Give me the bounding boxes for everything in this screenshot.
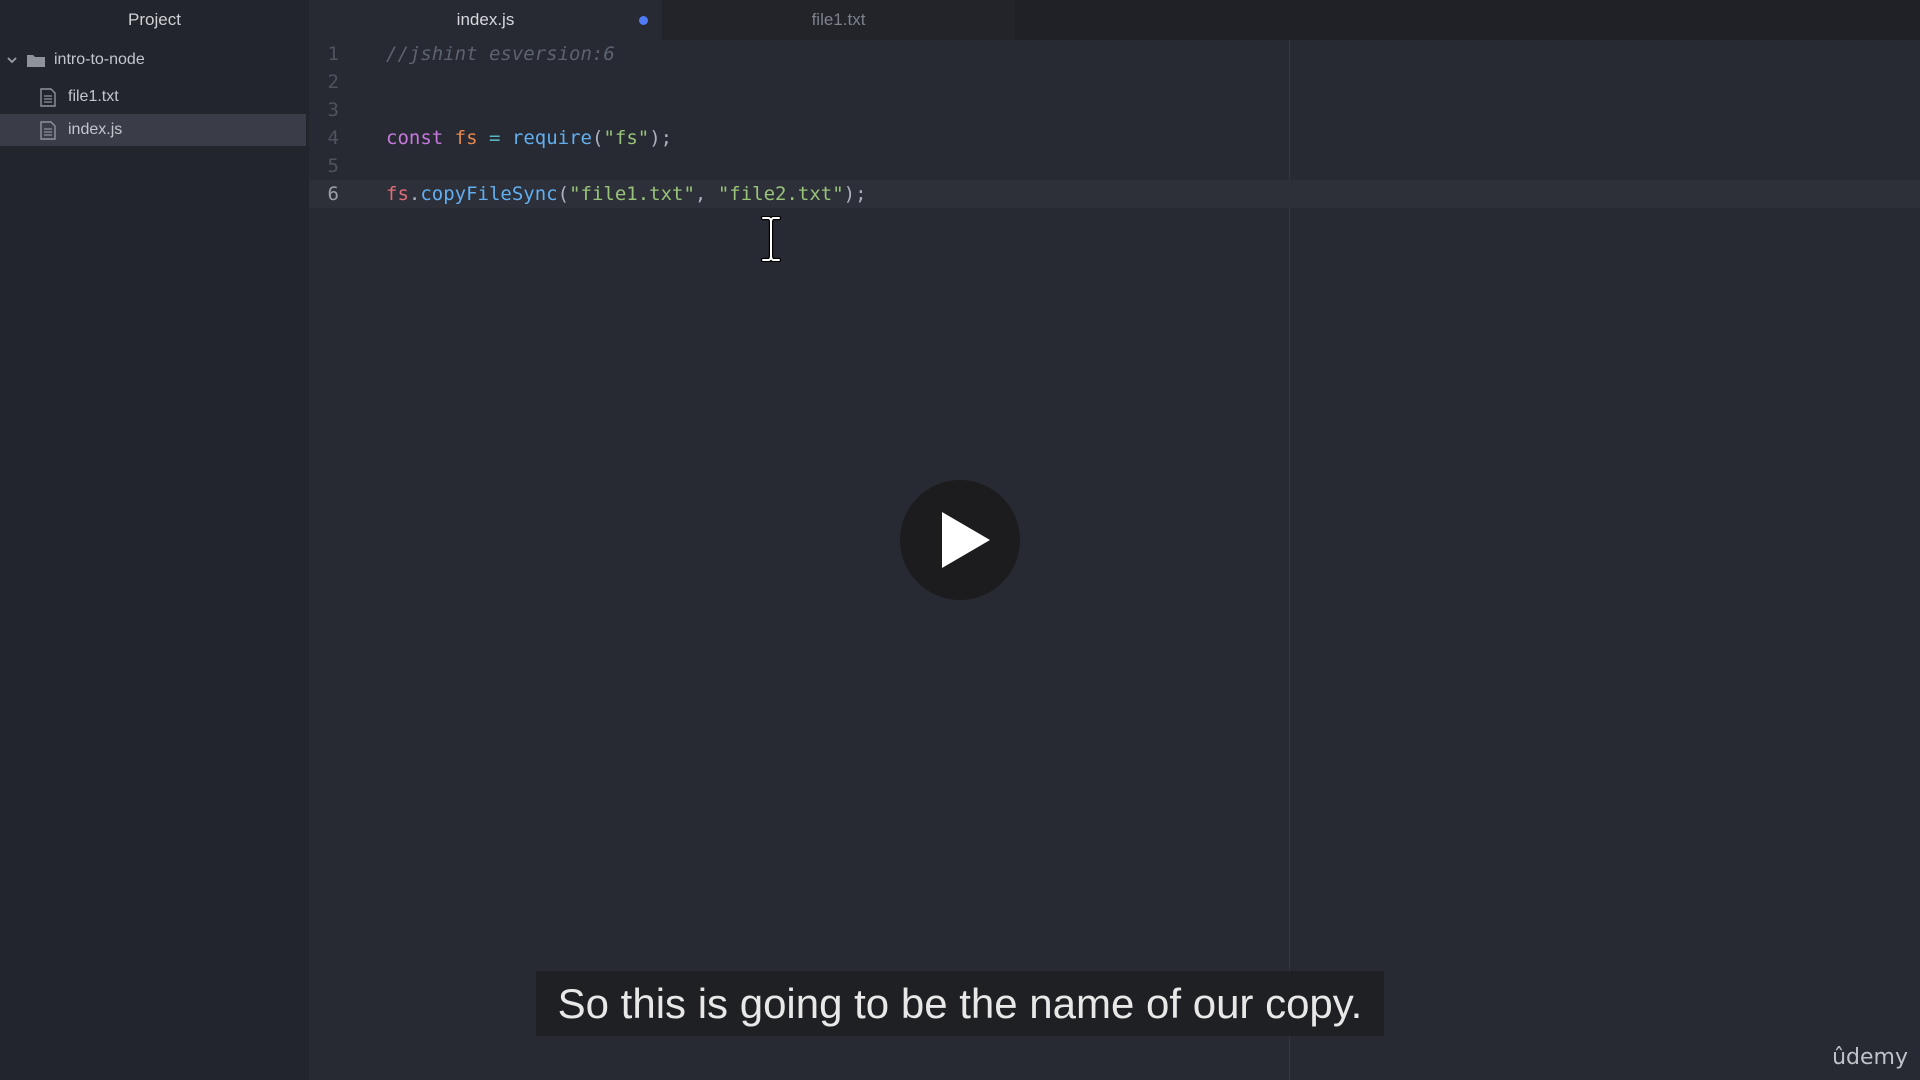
modified-indicator-icon xyxy=(639,16,648,25)
app-window: Project intro-to-node file1.txt index.js xyxy=(0,0,1920,1080)
tab-file1-txt[interactable]: file1.txt xyxy=(662,0,1015,40)
play-button[interactable] xyxy=(900,480,1020,600)
file-icon xyxy=(40,87,56,107)
text-cursor-icon xyxy=(760,216,782,262)
code-line[interactable]: 3 xyxy=(309,96,1920,124)
folder-icon xyxy=(27,55,45,67)
code-operator: = xyxy=(489,127,501,149)
code-variable: fs xyxy=(386,183,409,205)
code-line[interactable]: 5 xyxy=(309,152,1920,180)
code-string: "fs" xyxy=(603,127,650,149)
line-number: 3 xyxy=(327,99,339,121)
code-function: require xyxy=(511,127,592,149)
line-number: 4 xyxy=(327,127,339,149)
code-string: "file2.txt" xyxy=(717,183,844,205)
tree-folder-intro-to-node[interactable]: intro-to-node xyxy=(0,44,306,76)
code-punctuation: ( xyxy=(557,183,570,205)
tab-label: file1.txt xyxy=(811,10,866,29)
play-icon xyxy=(942,512,990,568)
code-line[interactable]: 1 //jshint esversion:6 xyxy=(309,40,1920,68)
file-icon xyxy=(40,120,56,140)
line-number: 5 xyxy=(327,155,339,177)
tree-file-index-js[interactable]: index.js xyxy=(0,114,306,146)
line-number: 6 xyxy=(327,183,339,205)
code-string: "file1.txt" xyxy=(569,183,695,205)
chevron-down-icon xyxy=(7,57,17,64)
tab-bar: index.js file1.txt xyxy=(309,0,1920,40)
project-sidebar: Project intro-to-node file1.txt index.js xyxy=(0,0,309,1080)
file-label: index.js xyxy=(68,121,123,138)
line-number: 2 xyxy=(327,71,339,93)
code-line-current[interactable]: 6 fs.copyFileSync("file1.txt", "file2.tx… xyxy=(309,180,1920,208)
code-line[interactable]: 2 xyxy=(309,68,1920,96)
code-variable: fs xyxy=(454,127,478,149)
code-comment: //jshint esversion:6 xyxy=(386,43,615,65)
code-keyword: const xyxy=(386,127,444,149)
udemy-logo: ûdemy xyxy=(1832,1045,1908,1070)
tab-index-js[interactable]: index.js xyxy=(309,0,662,40)
folder-label: intro-to-node xyxy=(54,51,145,68)
tree-file-file1-txt[interactable]: file1.txt xyxy=(0,81,306,113)
code-punctuation: ); xyxy=(843,183,867,205)
code-editor[interactable]: 1 //jshint esversion:6 2 3 4 const fs = … xyxy=(309,40,1920,1080)
file-label: file1.txt xyxy=(68,88,119,105)
video-caption: So this is going to be the name of our c… xyxy=(536,971,1384,1036)
code-punctuation: ); xyxy=(649,127,673,149)
code-line[interactable]: 4 const fs = require("fs"); xyxy=(309,124,1920,152)
line-number: 1 xyxy=(327,43,339,65)
project-panel-title: Project xyxy=(128,10,181,29)
code-punctuation: , xyxy=(694,183,718,205)
code-function: copyFileSync xyxy=(420,183,558,205)
tab-label: index.js xyxy=(456,10,515,29)
code-punctuation: ( xyxy=(591,127,604,149)
code-punctuation: . xyxy=(408,183,421,205)
